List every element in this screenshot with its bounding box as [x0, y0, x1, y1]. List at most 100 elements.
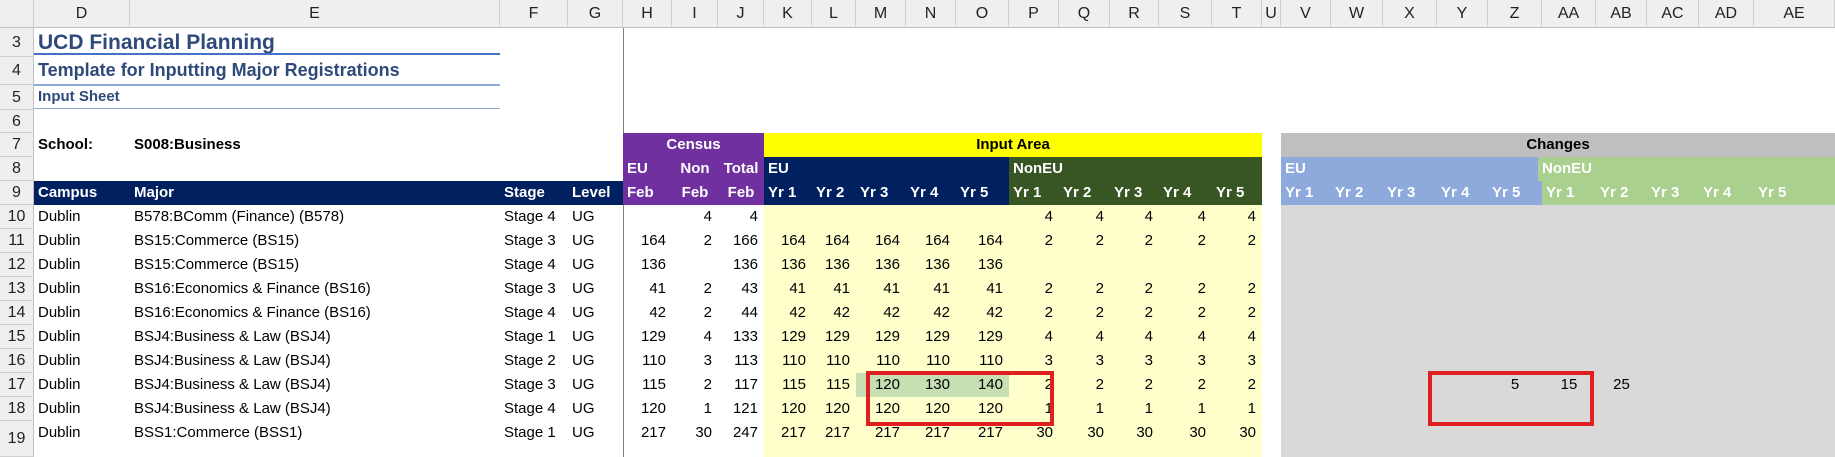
stage-cell[interactable]: Stage 4 — [504, 301, 564, 325]
census-value-cell[interactable]: 4 — [672, 325, 718, 349]
stage-cell[interactable]: Stage 3 — [504, 229, 564, 253]
major-cell[interactable]: BS16:Economics & Finance (BS16) — [134, 277, 494, 301]
input-noneu-cell[interactable]: 3 — [1009, 349, 1059, 373]
level-cell[interactable]: UG — [572, 277, 622, 301]
census-value-cell[interactable]: 110 — [623, 349, 672, 373]
level-cell[interactable]: UG — [572, 373, 622, 397]
input-noneu-cell[interactable]: 3 — [1212, 349, 1262, 373]
input-eu-cell[interactable] — [812, 205, 856, 229]
level-cell[interactable]: UG — [572, 349, 622, 373]
census-value-cell[interactable]: 129 — [623, 325, 672, 349]
input-noneu-cell[interactable]: 30 — [1212, 421, 1262, 445]
input-eu-cell[interactable] — [906, 205, 956, 229]
input-eu-cell[interactable] — [764, 205, 812, 229]
row-header-9[interactable]: 9 — [0, 181, 34, 205]
major-cell[interactable]: BSJ4:Business & Law (BSJ4) — [134, 397, 494, 421]
census-value-cell[interactable]: 121 — [718, 397, 764, 421]
input-noneu-cell[interactable]: 2 — [1059, 373, 1110, 397]
row-header-17[interactable]: 17 — [0, 373, 34, 397]
column-header-aa[interactable]: AA — [1542, 0, 1596, 28]
input-noneu-cell[interactable] — [1212, 253, 1262, 277]
campus-cell[interactable]: Dublin — [38, 205, 128, 229]
input-eu-cell[interactable]: 164 — [956, 229, 1009, 253]
input-eu-cell[interactable]: 110 — [764, 349, 812, 373]
input-eu-cell[interactable]: 41 — [764, 277, 812, 301]
row-header-15[interactable]: 15 — [0, 325, 34, 349]
input-eu-cell[interactable]: 136 — [856, 253, 906, 277]
major-cell[interactable]: BS16:Economics & Finance (BS16) — [134, 301, 494, 325]
input-noneu-cell[interactable]: 2 — [1110, 301, 1159, 325]
census-value-cell[interactable] — [623, 205, 672, 229]
input-noneu-cell[interactable]: 3 — [1059, 349, 1110, 373]
input-eu-cell[interactable]: 129 — [812, 325, 856, 349]
census-value-cell[interactable]: 136 — [718, 253, 764, 277]
campus-cell[interactable]: Dublin — [38, 229, 128, 253]
input-noneu-cell[interactable]: 4 — [1212, 205, 1262, 229]
input-eu-cell[interactable]: 129 — [764, 325, 812, 349]
column-header-ad[interactable]: AD — [1699, 0, 1754, 28]
input-noneu-cell[interactable]: 30 — [1110, 421, 1159, 445]
input-noneu-cell[interactable]: 2 — [1212, 373, 1262, 397]
major-cell[interactable]: B578:BComm (Finance) (B578) — [134, 205, 494, 229]
column-header-e[interactable]: E — [130, 0, 500, 28]
campus-cell[interactable]: Dublin — [38, 349, 128, 373]
level-cell[interactable]: UG — [572, 301, 622, 325]
input-noneu-cell[interactable]: 2 — [1059, 301, 1110, 325]
column-header-l[interactable]: L — [812, 0, 856, 28]
column-header-s[interactable]: S — [1159, 0, 1212, 28]
census-value-cell[interactable]: 1 — [672, 397, 718, 421]
stage-cell[interactable]: Stage 2 — [504, 349, 564, 373]
stage-cell[interactable]: Stage 3 — [504, 373, 564, 397]
input-noneu-cell[interactable]: 2 — [1110, 373, 1159, 397]
input-eu-cell[interactable]: 41 — [956, 277, 1009, 301]
level-cell[interactable]: UG — [572, 421, 622, 445]
input-eu-cell[interactable]: 136 — [764, 253, 812, 277]
major-cell[interactable]: BSJ4:Business & Law (BSJ4) — [134, 373, 494, 397]
input-noneu-cell[interactable]: 30 — [1059, 421, 1110, 445]
column-header-g[interactable]: G — [568, 0, 623, 28]
input-eu-cell[interactable]: 120 — [764, 397, 812, 421]
column-header-p[interactable]: P — [1009, 0, 1059, 28]
census-value-cell[interactable]: 164 — [623, 229, 672, 253]
row-header-14[interactable]: 14 — [0, 301, 34, 325]
input-eu-cell[interactable]: 129 — [856, 325, 906, 349]
row-header-13[interactable]: 13 — [0, 277, 34, 301]
input-eu-cell[interactable]: 164 — [764, 229, 812, 253]
input-noneu-cell[interactable]: 4 — [1110, 205, 1159, 229]
census-value-cell[interactable]: 2 — [672, 373, 718, 397]
census-value-cell[interactable]: 115 — [623, 373, 672, 397]
column-header-d[interactable]: D — [34, 0, 130, 28]
column-header-ab[interactable]: AB — [1596, 0, 1647, 28]
input-eu-cell[interactable]: 110 — [906, 349, 956, 373]
census-value-cell[interactable]: 2 — [672, 301, 718, 325]
major-cell[interactable]: BSJ4:Business & Law (BSJ4) — [134, 325, 494, 349]
column-header-f[interactable]: F — [500, 0, 568, 28]
select-all-corner[interactable] — [0, 0, 34, 28]
input-noneu-cell[interactable]: 4 — [1059, 325, 1110, 349]
input-noneu-cell[interactable]: 1 — [1059, 397, 1110, 421]
input-noneu-cell[interactable] — [1110, 253, 1159, 277]
campus-cell[interactable]: Dublin — [38, 301, 128, 325]
census-value-cell[interactable]: 2 — [672, 229, 718, 253]
input-eu-cell[interactable]: 110 — [812, 349, 856, 373]
input-noneu-cell[interactable]: 30 — [1159, 421, 1212, 445]
major-cell[interactable]: BS15:Commerce (BS15) — [134, 229, 494, 253]
row-header-10[interactable]: 10 — [0, 205, 34, 229]
school-value[interactable]: S008:Business — [134, 133, 434, 157]
column-header-o[interactable]: O — [956, 0, 1009, 28]
input-noneu-cell[interactable]: 4 — [1212, 325, 1262, 349]
census-value-cell[interactable]: 117 — [718, 373, 764, 397]
major-cell[interactable]: BSS1:Commerce (BSS1) — [134, 421, 494, 445]
input-eu-cell[interactable]: 41 — [906, 277, 956, 301]
input-noneu-cell[interactable]: 2 — [1212, 301, 1262, 325]
input-eu-cell[interactable]: 120 — [812, 397, 856, 421]
input-eu-cell[interactable]: 129 — [956, 325, 1009, 349]
input-noneu-cell[interactable]: 2 — [1159, 229, 1212, 253]
input-eu-cell[interactable]: 136 — [812, 253, 856, 277]
census-value-cell[interactable]: 41 — [623, 277, 672, 301]
stage-cell[interactable]: Stage 1 — [504, 421, 564, 445]
row-header-6[interactable]: 6 — [0, 110, 34, 133]
input-eu-cell[interactable] — [856, 205, 906, 229]
row-header-8[interactable]: 8 — [0, 157, 34, 181]
column-header-j[interactable]: J — [718, 0, 764, 28]
